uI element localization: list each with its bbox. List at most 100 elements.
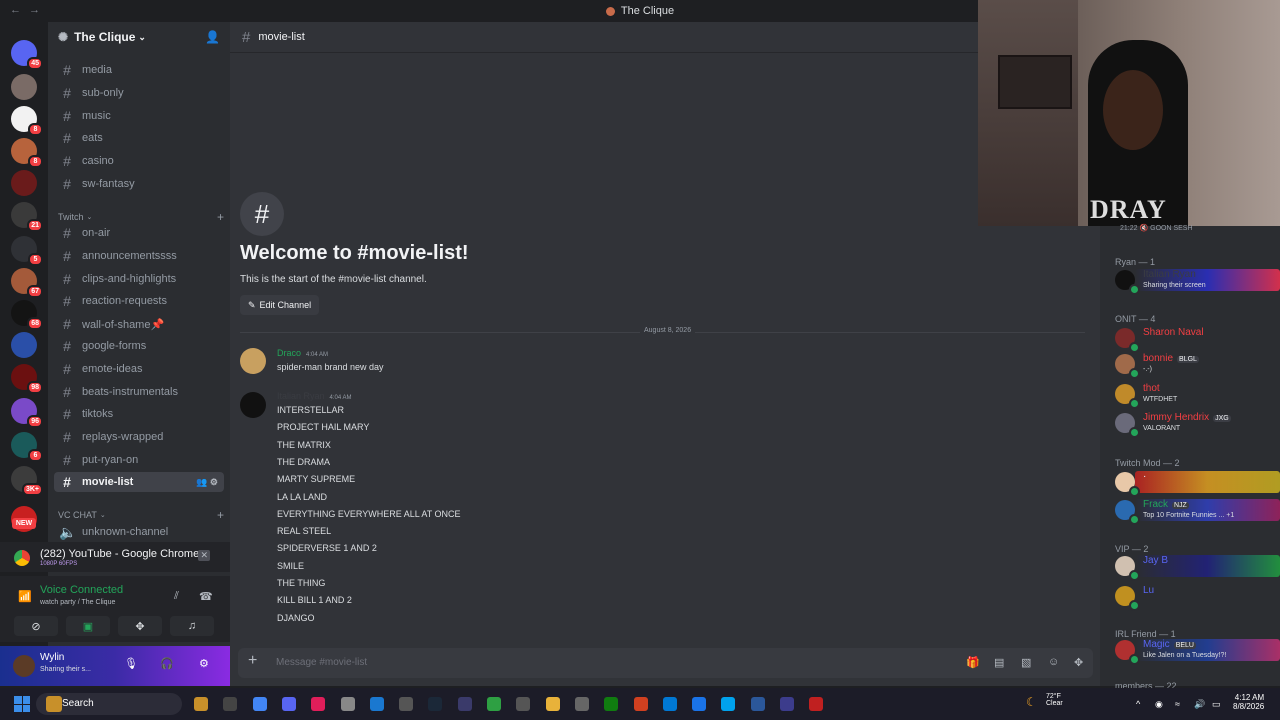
channel-media[interactable]: # media [54,60,224,80]
channel-casino[interactable]: # casino [54,151,224,171]
channel-tiktoks[interactable]: # tiktoks [54,404,224,424]
channel-replays-wrapped[interactable]: # replays-wrapped [54,427,224,447]
taskbar-search[interactable]: ⌕ Search [36,693,182,715]
channel-settings-icon[interactable]: 👥 ⚙ [196,477,218,488]
member-item[interactable]: Lu [1115,584,1280,611]
headphones-icon[interactable]: 🎧 [160,657,174,670]
channel-clips-and-highlights[interactable]: # clips-and-highlights [54,269,224,289]
server-icon[interactable]: 67 [11,268,43,298]
server-icon[interactable]: 8 [11,106,43,136]
noise-suppression-icon[interactable]: ⫽ [174,590,179,603]
member-item[interactable]: thot WTFDHET [1115,382,1280,409]
steam-icon[interactable] [428,697,443,711]
obs-icon[interactable] [340,697,355,711]
category-vc[interactable]: VC CHAT ⌄ + [58,508,224,522]
apps-icon[interactable]: ✥ [1074,656,1083,669]
folder-icon[interactable] [545,697,560,711]
voice-location[interactable]: watch party / The Clique [40,599,115,606]
server-icon[interactable] [11,332,37,358]
app-icon[interactable] [457,697,472,711]
photos-icon[interactable] [369,697,384,711]
member-item[interactable]: Italian Ryan Sharing their screen [1115,268,1280,295]
emoji-icon[interactable]: ☺ [1048,656,1059,668]
invite-icon[interactable]: 👤 [205,30,220,44]
channel-wall-of-shame[interactable]: # wall-of-shame📌 [54,314,224,334]
avatar[interactable] [240,392,266,418]
channel-beats-instrumentals[interactable]: # beats-instrumentals [54,382,224,402]
weather-widget[interactable]: 72°F Clear [1046,693,1063,707]
channel-unknown[interactable]: 🔈 unknown-channel [54,522,224,542]
ea-icon[interactable] [780,697,794,711]
disconnect-icon[interactable]: ☎ [199,590,213,603]
epic-games-icon[interactable] [516,697,531,711]
channel-movie-list[interactable]: # movie-list 👥 ⚙ [54,472,224,492]
server-header[interactable]: ✺ The Clique ⌄ 👤 [48,22,230,52]
server-icon[interactable]: 21 [11,202,43,232]
username[interactable]: Wylin [40,652,64,663]
channel-sw-fantasy[interactable]: # sw-fantasy [54,174,224,194]
file-explorer-icon[interactable] [194,697,208,711]
app-icon[interactable] [633,697,648,711]
avatar[interactable] [13,655,35,677]
message-author[interactable]: Draco [277,348,301,358]
app-icon[interactable] [809,697,824,711]
avatar[interactable] [240,348,266,374]
settings-icon[interactable] [574,697,589,711]
chrome-icon[interactable] [252,697,267,711]
discord-icon[interactable] [281,697,296,711]
gear-icon[interactable]: ⚙ [199,657,209,670]
member-item[interactable]: Magic BELU Like Jalen on a Tuesday!?! [1115,638,1280,665]
app-icon[interactable] [721,697,736,711]
member-item[interactable]: Frack NJZ Top 10 Fortnite Funnies ... +1 [1115,498,1280,525]
activities-button[interactable]: ✥ [118,616,162,636]
add-channel-icon[interactable]: + [217,210,224,224]
channel-google-forms[interactable]: # google-forms [54,336,224,356]
member-item[interactable]: Jay B [1115,554,1280,581]
member-item[interactable]: bonnie BLGL -.-) [1115,352,1280,379]
mic-icon[interactable]: 🎙 [124,657,138,670]
voice-status[interactable]: Voice Connected [40,584,123,596]
channel-eats[interactable]: # eats [54,128,224,148]
tray-app-icon[interactable]: ◉ [1155,699,1163,710]
close-icon[interactable]: ✕ [198,550,210,561]
member-item[interactable]: · [1115,470,1280,497]
server-icon[interactable]: 8 [11,138,43,168]
music-icon[interactable] [311,697,326,711]
channel-music[interactable]: # music [54,106,224,126]
add-attachment-icon[interactable]: + [248,652,257,670]
member-item[interactable]: Jimmy Hendrix JXG VALORANT [1115,411,1280,438]
channel-on-air[interactable]: # on-air [54,223,224,243]
member-item[interactable]: Sharon Naval [1115,326,1280,353]
camera-off-button[interactable]: ⊘ [14,616,58,636]
4k-icon[interactable] [399,697,414,711]
gif-icon[interactable]: ▤ [994,656,1004,669]
channel-emote-ideas[interactable]: # emote-ideas [54,359,224,379]
server-icon[interactable]: 3K+ [11,466,43,496]
server-icon[interactable]: 96 [11,398,43,428]
xbox-icon[interactable] [604,697,619,711]
windows-start-icon[interactable] [14,696,30,712]
nav-arrows-icon[interactable]: ←→ [10,4,48,16]
server-icon[interactable] [11,170,37,196]
app-icon[interactable] [750,697,765,711]
wifi-icon[interactable]: ≈ [1175,699,1180,709]
battery-icon[interactable]: ▭ [1212,699,1221,710]
tray-overflow-icon[interactable]: ^ [1136,699,1140,709]
server-icon[interactable]: 5 [11,236,43,266]
channel-announcementssss[interactable]: # announcementssss [54,246,224,266]
screen-share-button[interactable]: ▣ [66,616,110,636]
message-input[interactable]: Message #movie-list [276,657,367,668]
task-view-icon[interactable] [223,697,238,711]
soundboard-button[interactable]: ♫ [170,616,214,636]
taskbar-clock[interactable]: 4:12 AM 8/8/2026 [1233,693,1264,711]
message-author[interactable]: Italian Ryan [277,391,325,401]
category-twitch[interactable]: Twitch ⌄ + [58,210,224,224]
volume-icon[interactable]: 🔊 [1194,699,1205,710]
gift-icon[interactable]: 🎁 [966,656,980,669]
edit-channel-button[interactable]: ✎ Edit Channel [240,295,320,315]
edge-icon[interactable] [662,697,677,711]
app-icon[interactable] [692,697,707,711]
channel-sub-only[interactable]: # sub-only [54,83,224,103]
server-icon[interactable]: 6 [11,432,43,462]
server-icon[interactable]: 68 [11,300,43,330]
